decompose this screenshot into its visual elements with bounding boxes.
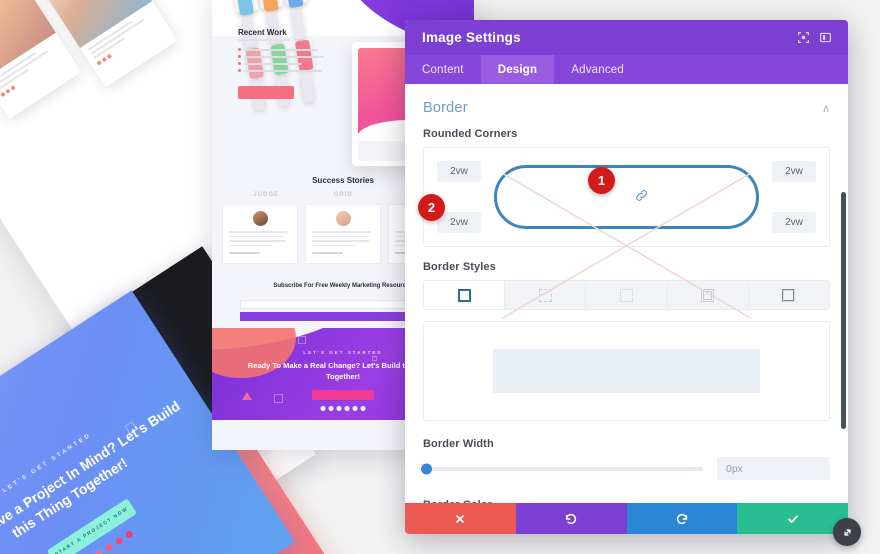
corner-top-left-input[interactable]: 2vw	[437, 161, 481, 182]
border-width-value-input[interactable]: 0px	[717, 457, 830, 480]
screen: Our Awesome Team	[0, 0, 880, 554]
layout-toggle-icon[interactable]	[814, 27, 836, 49]
border-width-control: 0px	[421, 457, 830, 480]
border-color-label: Border Color	[423, 499, 830, 503]
modal-footer	[405, 503, 848, 534]
cancel-button[interactable]	[405, 503, 516, 534]
modal-header: Image Settings	[405, 20, 848, 55]
tab-design[interactable]: Design	[480, 55, 555, 84]
redo-button[interactable]	[626, 503, 738, 534]
tab-advanced[interactable]: Advanced	[554, 55, 641, 84]
mockup-subtitle-rule	[238, 39, 290, 41]
undo-button[interactable]	[515, 503, 627, 534]
testimonial-card	[305, 204, 381, 264]
corner-top-right-input[interactable]: 2vw	[772, 161, 816, 182]
modal-tabs: Content Design Advanced	[405, 55, 848, 84]
mockup-cta-button	[238, 86, 294, 99]
border-width-label: Border Width	[423, 438, 494, 450]
border-preview-sample	[492, 348, 761, 394]
border-style-solid-button[interactable]	[424, 281, 506, 309]
annotation-badge-1: 1	[588, 167, 615, 194]
settings-scrollbar[interactable]	[841, 192, 846, 429]
annotation-badge-2: 2	[418, 194, 445, 221]
modal-body: Border ∧ Rounded Corners 2vw 2vw 2vw 2vw	[405, 84, 848, 503]
expand-icon[interactable]	[792, 27, 814, 49]
mockup-recent-work-title: Recent Work	[238, 28, 287, 37]
mockup-bullet-list	[238, 48, 324, 76]
section-title: Border	[423, 100, 468, 116]
settings-scroll-area: Border ∧ Rounded Corners 2vw 2vw 2vw 2vw	[405, 84, 848, 503]
solid-border-icon	[457, 288, 471, 302]
mockup-triangle	[242, 392, 252, 400]
chevron-up-icon[interactable]: ∧	[822, 102, 830, 115]
purple-cta-button	[312, 390, 374, 400]
groove-border-icon	[782, 288, 796, 302]
tab-content[interactable]: Content	[405, 55, 481, 84]
corner-guides	[501, 172, 752, 319]
resize-handle[interactable]	[833, 518, 861, 546]
link-corners-icon[interactable]	[635, 189, 648, 205]
purple-cta-dots	[320, 406, 366, 411]
testimonial-card	[222, 204, 298, 264]
rounded-corners-label: Rounded Corners	[423, 128, 518, 140]
image-settings-modal: Image Settings Content Design Advanced B…	[405, 20, 848, 534]
corner-preview-shape	[494, 165, 759, 319]
rounded-corners-control: 2vw 2vw 2vw 2vw	[423, 147, 830, 319]
border-preview-box	[423, 321, 830, 421]
corner-bottom-left-input[interactable]: 2vw	[437, 212, 481, 233]
border-width-slider[interactable]	[421, 463, 703, 474]
border-style-groove-button[interactable]	[748, 281, 829, 309]
border-section-header[interactable]: Border ∧	[423, 84, 830, 128]
border-width-slider-handle[interactable]	[421, 463, 432, 474]
corner-bottom-right-input[interactable]: 2vw	[772, 212, 816, 233]
page-title: Image Settings	[422, 30, 521, 45]
save-button[interactable]	[737, 503, 848, 534]
